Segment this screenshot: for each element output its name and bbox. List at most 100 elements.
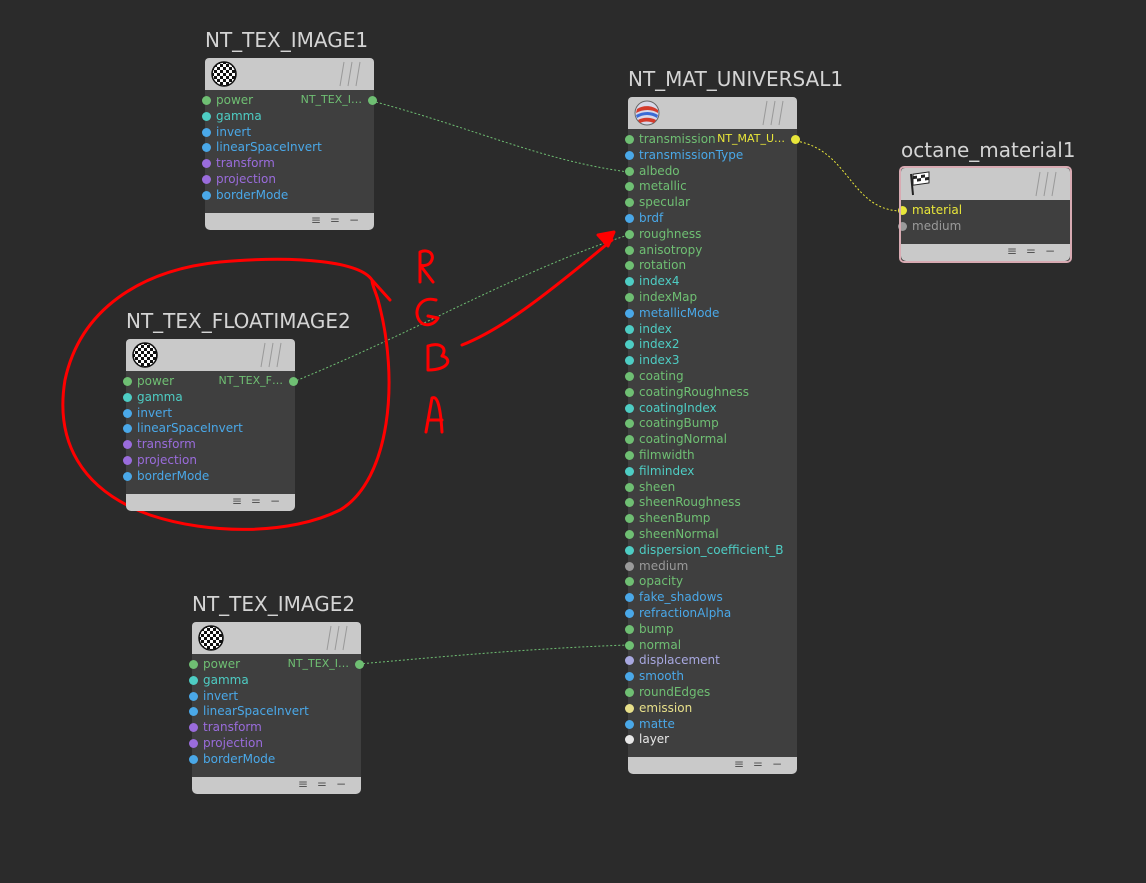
input-port-dot[interactable]	[189, 754, 198, 764]
input-port-dot[interactable]	[625, 735, 634, 745]
input-port-dot[interactable]	[123, 471, 132, 481]
input-port-dot[interactable]	[189, 660, 198, 669]
input-row[interactable]: linearSpaceInvert	[123, 420, 295, 436]
input-port-dot[interactable]	[625, 166, 634, 176]
input-port-dot[interactable]	[123, 408, 132, 418]
input-row[interactable]: sheenBump	[625, 510, 797, 526]
input-port-dot[interactable]	[123, 440, 132, 450]
input-row[interactable]: linearSpaceInvert	[189, 703, 361, 719]
input-port-dot[interactable]	[189, 739, 198, 748]
footer-button[interactable]: −	[349, 213, 368, 227]
input-row[interactable]: power NT_TEX_F…	[123, 373, 298, 389]
input-port-dot[interactable]	[123, 424, 132, 434]
input-port-dot[interactable]	[625, 372, 634, 381]
footer-button[interactable]: ≡	[298, 777, 317, 791]
output-port-dot[interactable]	[368, 96, 377, 105]
input-row[interactable]: projection	[123, 452, 295, 468]
input-port-dot[interactable]	[625, 451, 634, 460]
footer-button[interactable]: =	[251, 494, 270, 508]
input-row[interactable]: gamma	[202, 108, 374, 124]
input-row[interactable]: transmission NT_MAT_U…	[625, 131, 800, 147]
input-port-dot[interactable]	[202, 143, 211, 153]
output-port-dot[interactable]	[791, 135, 800, 144]
input-row[interactable]: matte	[625, 716, 797, 732]
footer-button[interactable]: =	[753, 757, 772, 771]
input-row[interactable]: rotation	[625, 257, 797, 273]
footer-button[interactable]: =	[330, 213, 349, 227]
node-header[interactable]	[628, 97, 797, 129]
input-row[interactable]: transform	[189, 719, 361, 735]
input-row[interactable]: projection	[202, 171, 374, 187]
input-port-dot[interactable]	[123, 377, 132, 386]
input-row[interactable]: index	[625, 321, 797, 337]
input-row[interactable]: linearSpaceInvert	[202, 139, 374, 155]
input-row[interactable]: invert	[202, 124, 374, 140]
input-row[interactable]: anisotropy	[625, 242, 797, 258]
node-header[interactable]	[192, 622, 361, 654]
node-header[interactable]	[205, 58, 374, 90]
input-port-dot[interactable]	[625, 135, 634, 144]
input-row[interactable]: normal	[625, 637, 797, 653]
input-port-dot[interactable]	[625, 324, 634, 334]
input-row[interactable]: indexMap	[625, 289, 797, 305]
input-port-dot[interactable]	[625, 435, 634, 445]
input-port-dot[interactable]	[625, 308, 634, 318]
input-row[interactable]: coatingIndex	[625, 400, 797, 416]
input-row[interactable]: index4	[625, 273, 797, 289]
node-header[interactable]	[126, 339, 295, 371]
input-port-dot[interactable]	[189, 691, 198, 701]
input-port-dot[interactable]	[202, 159, 211, 169]
input-port-dot[interactable]	[625, 482, 634, 492]
input-port-dot[interactable]	[189, 675, 198, 685]
input-port-dot[interactable]	[202, 111, 211, 121]
input-row[interactable]: roundEdges	[625, 684, 797, 700]
input-row[interactable]: coatingRoughness	[625, 384, 797, 400]
input-row[interactable]: bump	[625, 621, 797, 637]
input-port-dot[interactable]	[625, 498, 634, 508]
input-row[interactable]: coating	[625, 368, 797, 384]
footer-button[interactable]: ≡	[311, 213, 330, 227]
input-row[interactable]: projection	[189, 735, 361, 751]
input-row[interactable]: borderMode	[123, 468, 295, 484]
input-port-dot[interactable]	[625, 214, 634, 223]
input-port-dot[interactable]	[625, 624, 634, 634]
input-port-dot[interactable]	[625, 656, 634, 666]
input-row[interactable]: coatingNormal	[625, 431, 797, 447]
input-port-dot[interactable]	[625, 640, 634, 650]
input-row[interactable]: gamma	[189, 672, 361, 688]
input-port-dot[interactable]	[625, 609, 634, 618]
input-port-dot[interactable]	[625, 514, 634, 524]
input-row[interactable]: filmindex	[625, 463, 797, 479]
input-row[interactable]: fake_shadows	[625, 589, 797, 605]
input-port-dot[interactable]	[202, 190, 211, 200]
node-flags-icon[interactable]	[319, 624, 353, 652]
input-port-dot[interactable]	[202, 127, 211, 137]
footer-button[interactable]: =	[317, 777, 336, 791]
input-port-dot[interactable]	[123, 392, 132, 402]
input-port-dot[interactable]	[202, 175, 211, 184]
input-row[interactable]: invert	[189, 688, 361, 704]
input-row[interactable]: borderMode	[202, 187, 374, 203]
input-port-dot[interactable]	[625, 387, 634, 397]
wire-universal-to-material[interactable]	[795, 140, 902, 212]
input-port-dot[interactable]	[625, 356, 634, 366]
input-row[interactable]: sheenNormal	[625, 526, 797, 542]
input-row[interactable]: invert	[123, 405, 295, 421]
input-port-dot[interactable]	[625, 530, 634, 539]
input-row[interactable]: index2	[625, 336, 797, 352]
input-port-dot[interactable]	[625, 182, 634, 192]
input-row[interactable]: albedo	[625, 163, 797, 179]
input-port-dot[interactable]	[189, 723, 198, 733]
input-port-dot[interactable]	[625, 561, 634, 571]
wire-image1-to-albedo[interactable]	[371, 100, 629, 173]
input-row[interactable]: filmwidth	[625, 447, 797, 463]
input-row[interactable]: borderMode	[189, 751, 361, 767]
input-port-dot[interactable]	[625, 419, 634, 429]
input-row[interactable]: coatingBump	[625, 415, 797, 431]
node-flags-icon[interactable]	[332, 60, 366, 88]
input-port-dot[interactable]	[625, 403, 634, 413]
input-port-dot[interactable]	[625, 719, 634, 729]
input-row[interactable]: brdf	[625, 210, 797, 226]
footer-button[interactable]: −	[270, 494, 289, 508]
input-port-dot[interactable]	[625, 229, 634, 239]
